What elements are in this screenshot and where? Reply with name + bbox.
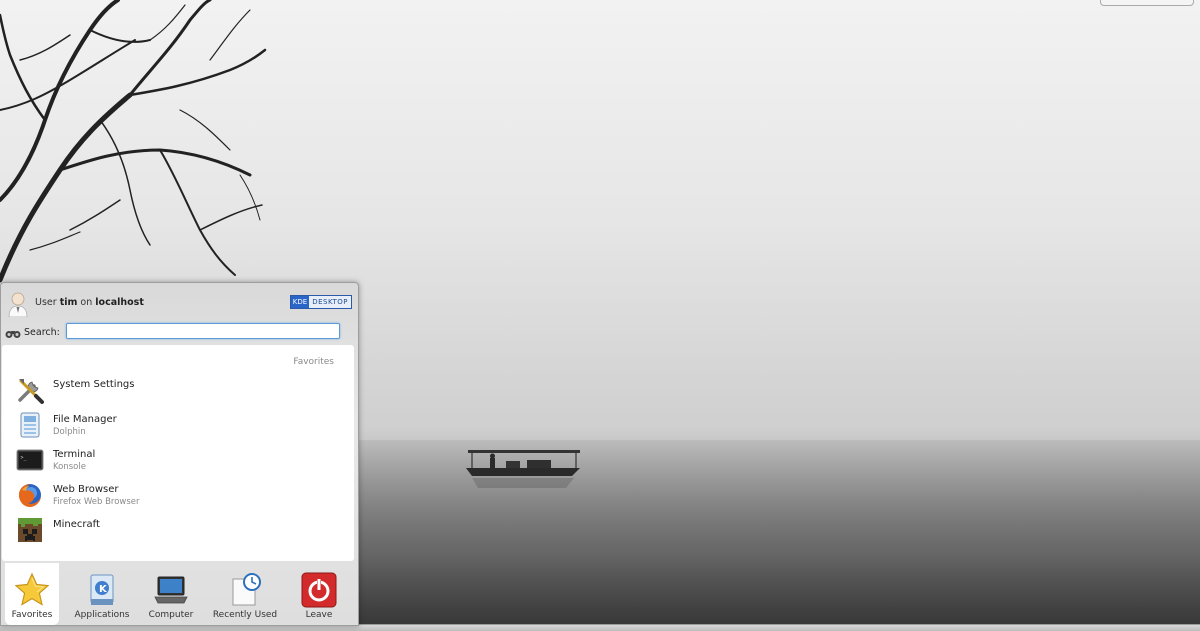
- tab-applications[interactable]: K Applications: [71, 563, 133, 625]
- tab-computer[interactable]: Computer: [143, 563, 199, 625]
- power-icon: [301, 572, 337, 608]
- tab-leave[interactable]: Leave: [291, 563, 347, 625]
- file-manager-icon: [20, 412, 40, 438]
- search-label: Search:: [24, 327, 60, 338]
- favorite-subtitle: Firefox Web Browser: [53, 497, 140, 507]
- minecraft-icon: [18, 518, 42, 542]
- launcher-tabs: Favorites K Applications Computer Recent…: [1, 563, 358, 625]
- search-row: Search:: [5, 323, 350, 343]
- firefox-icon: [19, 484, 41, 507]
- favorite-name: Web Browser: [53, 484, 119, 495]
- tab-label: Computer: [148, 610, 194, 620]
- terminal-icon: >_: [16, 449, 44, 471]
- user-avatar-icon: [8, 292, 28, 317]
- favorite-web-browser[interactable]: Web Browser Firefox Web Browser: [14, 478, 344, 513]
- host-name: localhost: [95, 297, 144, 308]
- tab-label: Leave: [305, 610, 333, 620]
- system-settings-icon: [18, 379, 44, 404]
- search-input[interactable]: [66, 323, 340, 339]
- tab-label: Applications: [74, 610, 130, 620]
- applications-icon: K: [90, 574, 114, 605]
- desktop-toolbox[interactable]: [1100, 0, 1194, 6]
- tab-recently-used[interactable]: Recently Used: [209, 563, 281, 625]
- favorite-minecraft[interactable]: Minecraft: [14, 513, 344, 548]
- svg-text:>_: >_: [21, 455, 28, 461]
- favorites-list: System Settings File Manager Dolphin >_ …: [14, 373, 344, 548]
- recent-document-icon: [232, 573, 261, 606]
- kde-desktop-badge: KDE DESKTOP: [289, 295, 352, 309]
- svg-text:K: K: [99, 584, 108, 595]
- favorite-subtitle: Dolphin: [53, 427, 86, 437]
- favorite-name: System Settings: [53, 379, 135, 390]
- application-launcher: User tim on localhost KDE DESKTOP Search…: [0, 282, 359, 626]
- tab-favorites[interactable]: Favorites: [5, 563, 59, 625]
- wallpaper-boat: [466, 450, 580, 488]
- favorites-panel: Favorites System Settings File Manager D…: [2, 345, 354, 561]
- favorite-subtitle: Konsole: [53, 462, 86, 472]
- tab-label: Recently Used: [212, 610, 278, 620]
- section-title: Favorites: [293, 357, 334, 367]
- favorite-file-manager[interactable]: File Manager Dolphin: [14, 408, 344, 443]
- favorite-terminal[interactable]: >_ Terminal Konsole: [14, 443, 344, 478]
- favorite-name: Minecraft: [53, 519, 100, 530]
- laptop-icon: [154, 576, 188, 604]
- user-label: User tim on localhost: [35, 297, 144, 308]
- star-icon: [14, 572, 50, 606]
- user-info: User tim on localhost KDE DESKTOP: [7, 289, 352, 317]
- wallpaper-tree: [0, 0, 267, 283]
- favorite-name: Terminal: [53, 449, 96, 460]
- favorite-system-settings[interactable]: System Settings: [14, 373, 344, 408]
- tab-label: Favorites: [11, 610, 53, 620]
- favorite-name: File Manager: [53, 414, 117, 425]
- binoculars-icon: [5, 331, 21, 338]
- user-name: tim: [59, 297, 78, 308]
